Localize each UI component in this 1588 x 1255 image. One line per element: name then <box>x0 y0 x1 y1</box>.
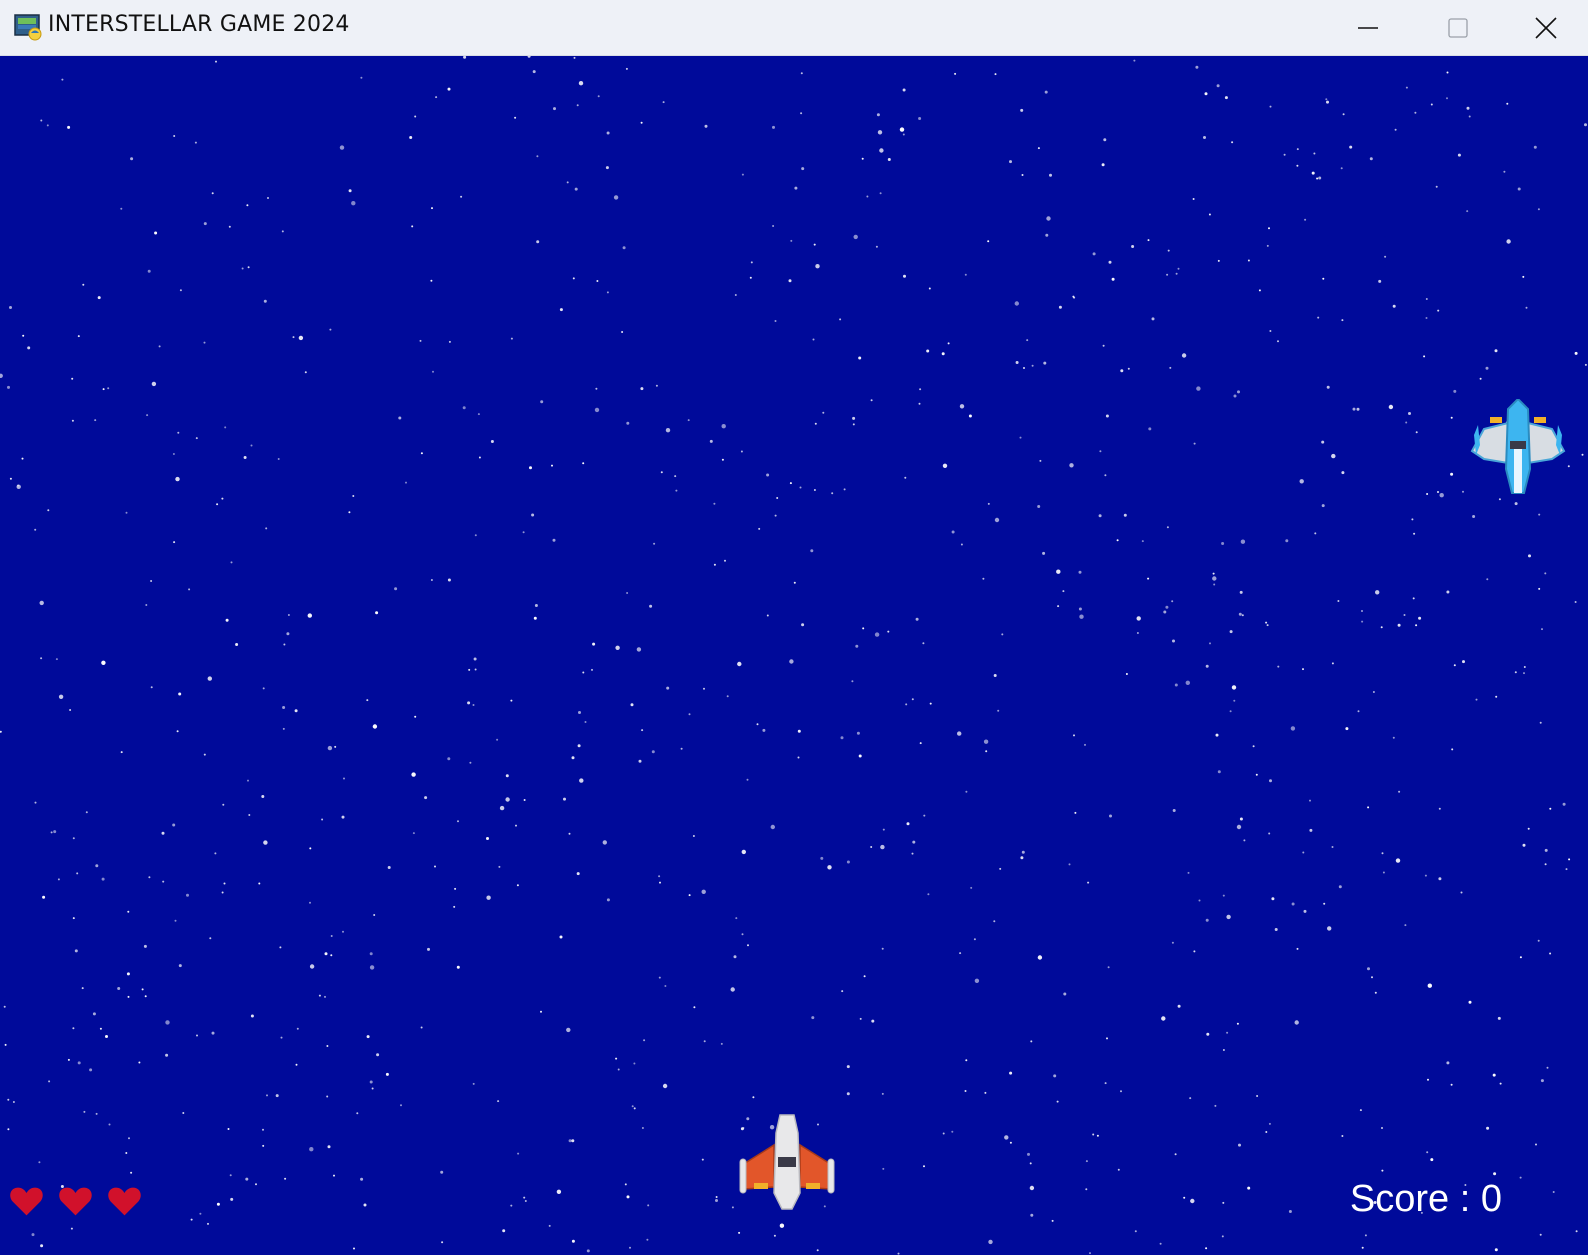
window-title: INTERSTELLAR GAME 2024 <box>48 12 350 37</box>
heart-icon <box>59 1187 92 1216</box>
orange-white-spaceship-icon <box>739 1114 835 1210</box>
blue-white-spaceship-icon <box>1470 399 1566 494</box>
title-bar[interactable]: INTERSTELLAR GAME 2024 <box>0 0 1588 56</box>
player-ship[interactable] <box>738 1113 836 1211</box>
lives-display <box>8 1183 155 1223</box>
score-label: Score : 0 <box>1349 1178 1502 1220</box>
enemy-ship <box>1470 399 1566 494</box>
game-window: INTERSTELLAR GAME 2024 Score: 0 <box>0 0 1588 1255</box>
app-icon <box>14 14 42 41</box>
minimize-icon <box>1358 27 1378 29</box>
maximize-icon <box>1448 18 1468 38</box>
maximize-button[interactable] <box>1413 0 1503 56</box>
close-icon <box>1534 17 1557 39</box>
heart-icon <box>108 1187 141 1216</box>
game-canvas[interactable]: Score : 0 <box>0 56 1588 1255</box>
heart-icon <box>10 1187 43 1216</box>
starfield <box>0 56 1587 1255</box>
minimize-button[interactable] <box>1323 0 1413 56</box>
close-button[interactable] <box>1503 0 1588 56</box>
